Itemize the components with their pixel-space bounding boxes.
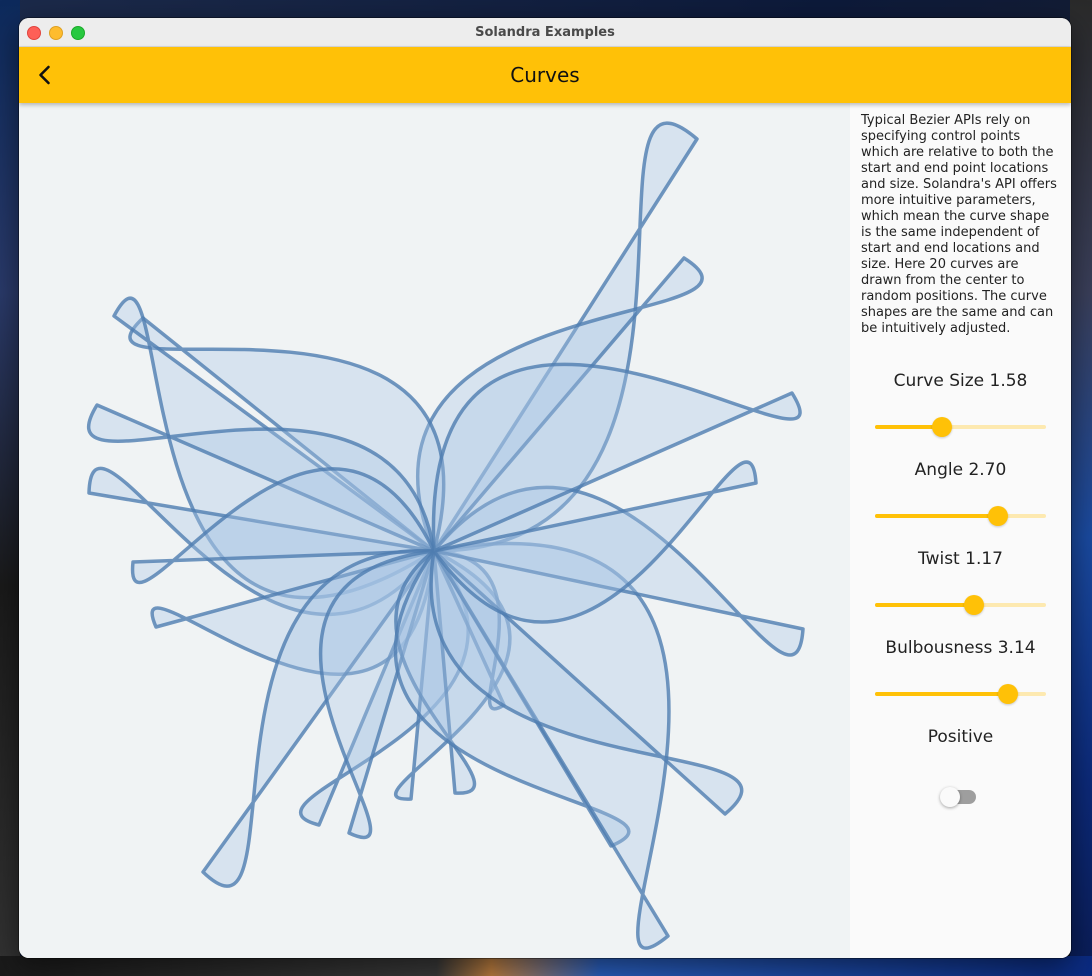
desktop-background-left [0, 0, 20, 976]
switch-thumb[interactable] [940, 787, 960, 807]
window-controls [27, 26, 85, 40]
slider-thumb[interactable] [964, 595, 985, 615]
close-window-button[interactable] [27, 26, 41, 40]
description-text: Typical Bezier APIs rely on specifying c… [861, 113, 1057, 336]
desktop-background-bottom [0, 956, 1092, 976]
window-title: Solandra Examples [475, 24, 615, 40]
twist-label: Twist 1.17 [918, 549, 1003, 569]
slider-thumb[interactable] [998, 684, 1019, 704]
positive-switch[interactable] [940, 785, 980, 809]
window-titlebar: Solandra Examples [19, 18, 1071, 47]
positive-label: Positive [927, 727, 994, 747]
slider-thumb[interactable] [931, 417, 952, 437]
desktop-background-right [1070, 0, 1092, 976]
slider-fill [875, 692, 1009, 696]
back-button[interactable] [29, 59, 61, 91]
twist-slider[interactable] [875, 595, 1046, 615]
minimize-window-button[interactable] [49, 26, 63, 40]
arrow-back-icon [39, 65, 50, 85]
angle-label: Angle 2.70 [914, 460, 1007, 480]
curve-size-label: Curve Size 1.58 [893, 371, 1028, 391]
bulbousness-slider[interactable] [875, 684, 1046, 704]
app-bar: Curves [19, 47, 1071, 103]
maximize-window-button[interactable] [71, 26, 85, 40]
page-title: Curves [510, 63, 580, 87]
app-window: Solandra Examples Curves Typical Bezier … [19, 18, 1071, 958]
curve-size-slider[interactable] [875, 417, 1046, 437]
slider-thumb[interactable] [988, 506, 1009, 526]
slider-fill [875, 514, 999, 518]
controls-panel: Typical Bezier APIs rely on specifying c… [850, 103, 1071, 958]
curves-canvas [19, 103, 850, 958]
bulbousness-label: Bulbousness 3.14 [885, 638, 1036, 658]
slider-fill [875, 603, 975, 607]
angle-slider[interactable] [875, 506, 1046, 526]
curves-drawing [87, 121, 805, 950]
